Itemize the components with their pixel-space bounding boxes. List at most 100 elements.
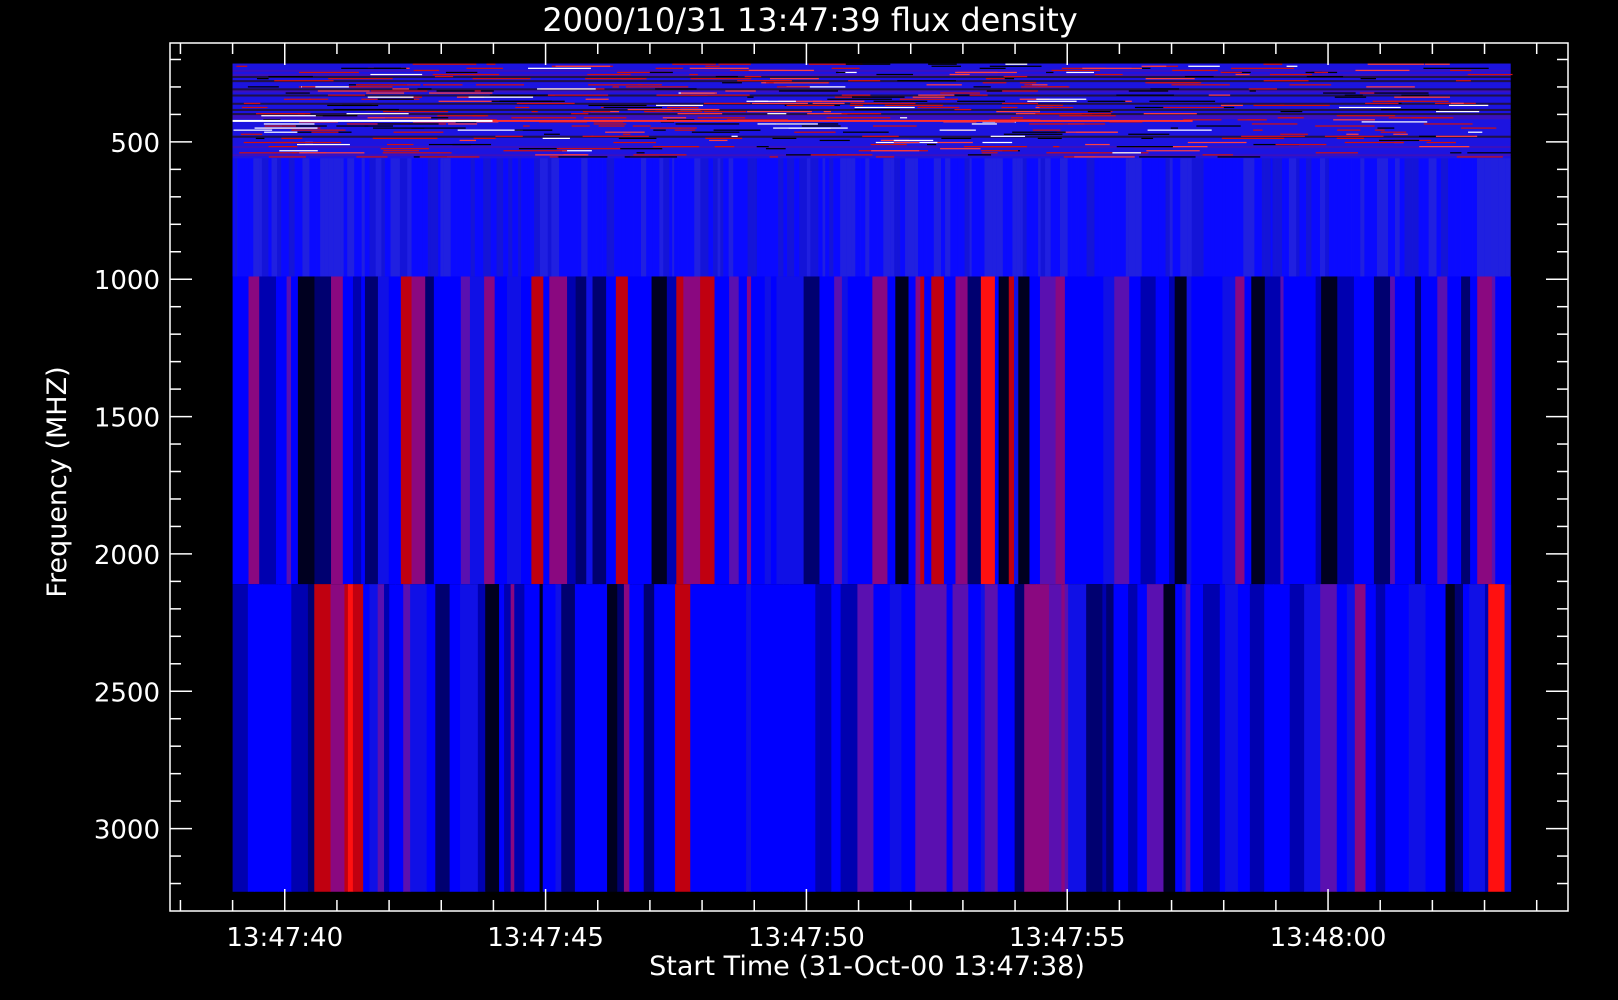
band-column: [1351, 158, 1354, 277]
band-speckle: [989, 65, 1042, 67]
band-stripe: [1484, 584, 1489, 892]
band-stripe: [259, 276, 277, 585]
band-stripe: [666, 276, 677, 585]
band-column: [1002, 158, 1007, 277]
band-speckle: [1220, 104, 1243, 107]
band-stripe: [654, 584, 664, 892]
band-speckle: [1202, 154, 1234, 156]
band-column: [438, 158, 441, 277]
frequency-band-band-3: [232, 276, 1512, 585]
band-speckle: [675, 123, 740, 125]
band-column: [309, 158, 317, 277]
band-stripe: [803, 276, 820, 585]
band-speckle: [383, 150, 420, 152]
band-stripe: [524, 584, 541, 892]
band-stripe: [1359, 276, 1366, 585]
band-stripe: [574, 584, 584, 892]
band-speckle: [1074, 156, 1135, 158]
band-speckle: [620, 148, 663, 150]
band-speckle: [1036, 104, 1063, 107]
band-stripe: [1264, 276, 1281, 585]
band-speckle: [990, 135, 1026, 137]
band-speckle: [274, 80, 334, 82]
band-speckle: [1221, 137, 1285, 140]
band-stripe: [1337, 276, 1355, 585]
band-column: [1320, 158, 1326, 277]
band-column: [547, 158, 552, 277]
band-stripe: [352, 276, 362, 585]
band-speckle: [652, 146, 700, 148]
band-speckle: [1002, 102, 1039, 104]
band-stripe: [767, 584, 784, 892]
band-speckle: [928, 63, 957, 65]
band-stripe: [1510, 584, 1512, 892]
band-column: [1388, 158, 1395, 277]
band-stripe: [1128, 584, 1138, 892]
band-stripe: [1175, 584, 1183, 892]
band-column: [733, 158, 740, 277]
band-stripe: [1100, 276, 1104, 585]
band-stripe: [776, 276, 791, 585]
band-column: [1120, 158, 1126, 277]
band-speckle: [491, 100, 552, 102]
band-speckle: [613, 141, 657, 144]
band-speckle: [1030, 84, 1048, 86]
band-speckle: [588, 84, 643, 86]
band-column: [941, 158, 946, 277]
band-column: [969, 158, 972, 277]
band-column: [268, 158, 272, 277]
band-stripe: [286, 276, 292, 585]
band-speckle: [926, 84, 962, 86]
band-speckle: [412, 63, 477, 65]
band-stripe: [504, 584, 512, 892]
band-speckle: [981, 152, 998, 154]
band-stripe: [746, 276, 752, 585]
band-speckle: [767, 113, 787, 115]
band-stripe: [1365, 276, 1370, 585]
band-column: [923, 158, 927, 277]
band-column: [399, 158, 408, 277]
band-speckle: [1411, 117, 1427, 119]
band-stripe: [1140, 276, 1157, 585]
band-column: [572, 158, 579, 277]
band-speckle: [644, 110, 703, 113]
band-stripe: [984, 584, 999, 892]
x-tick-label: 13:47:55: [1009, 923, 1126, 953]
band-speckle: [941, 137, 972, 140]
band-column: [354, 158, 362, 277]
band-column: [1364, 158, 1371, 277]
band-stripe: [561, 584, 576, 892]
band-speckle: [1248, 88, 1278, 90]
band-stripe: [331, 276, 344, 585]
band-column: [799, 158, 807, 277]
band-speckle: [367, 96, 414, 98]
band-speckle: [624, 156, 678, 158]
band-speckle: [1344, 94, 1363, 96]
band-speckle: [1456, 156, 1503, 158]
band-speckle: [949, 73, 970, 76]
band-column: [1232, 158, 1238, 277]
band-stripe: [714, 584, 721, 892]
band-column: [1296, 158, 1300, 277]
band-speckle: [383, 110, 449, 113]
band-stripe: [1174, 276, 1188, 585]
band-stripe: [955, 276, 969, 585]
band-stripe: [232, 276, 250, 585]
band-speckle: [1360, 78, 1376, 80]
band-speckle: [1450, 152, 1462, 154]
band-stripe: [1410, 276, 1416, 585]
band-speckle: [327, 94, 365, 96]
band-speckle: [392, 88, 410, 90]
band-stripe: [915, 276, 921, 585]
band-speckle: [1003, 75, 1028, 78]
band-column: [1128, 158, 1133, 277]
band-speckle: [1467, 152, 1527, 154]
band-speckle: [436, 90, 494, 92]
band-stripe: [1453, 276, 1462, 585]
band-speckle: [255, 137, 265, 140]
band-speckle: [582, 135, 594, 137]
band-speckle: [655, 88, 697, 90]
band-column: [829, 158, 834, 277]
band-speckle: [256, 78, 269, 80]
band-stripe: [377, 276, 390, 585]
